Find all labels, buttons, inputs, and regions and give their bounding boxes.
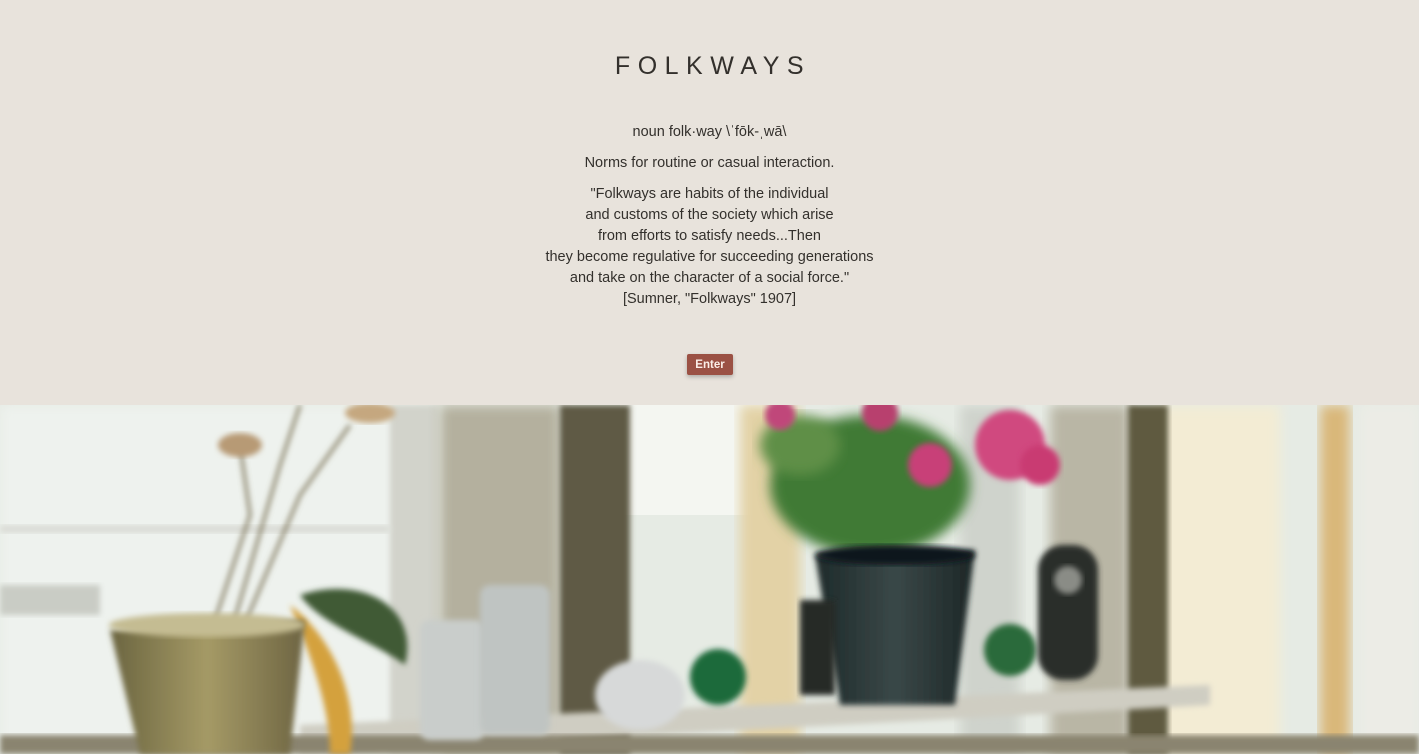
quote-line: "Folkways are habits of the individual	[590, 186, 829, 202]
enter-button[interactable]: Enter	[687, 354, 733, 375]
quote-line: and customs of the society which arise	[585, 207, 834, 223]
page-title: FOLKWAYS	[614, 52, 812, 80]
hero-image	[0, 405, 1419, 754]
definition-meaning: Norms for routine or casual interaction.	[584, 155, 835, 171]
landing-header: FOLKWAYS noun folk·way \ˈfōk-ˌwā\ Norms …	[0, 0, 1419, 405]
pronunciation: noun folk·way \ˈfōk-ˌwā\	[632, 124, 787, 140]
quote-citation: [Sumner, "Folkways" 1907]	[622, 291, 797, 307]
quote-line: and take on the character of a social fo…	[569, 270, 850, 286]
quote-line: they become regulative for succeeding ge…	[545, 249, 874, 265]
definition-block: noun folk·way \ˈfōk-ˌwā\ Norms for routi…	[0, 122, 1419, 310]
quote: "Folkways are habits of the individual a…	[0, 184, 1419, 310]
quote-line: from efforts to satisfy needs...Then	[598, 228, 821, 244]
